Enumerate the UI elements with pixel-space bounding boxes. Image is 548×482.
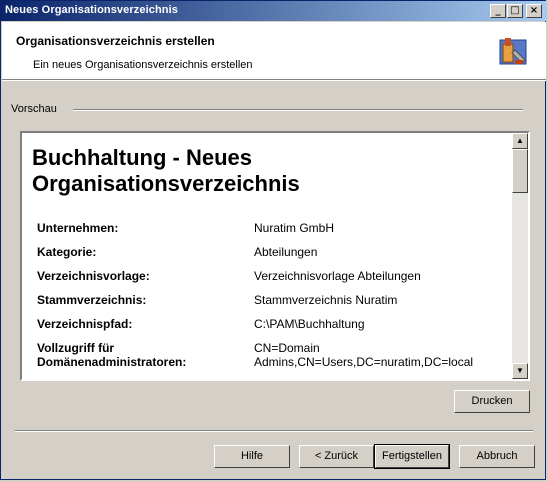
wizard-icon [499,38,527,65]
row-key: Verzeichnispfad: [37,317,133,331]
scroll-up-icon[interactable]: ▲ [512,133,528,149]
preview-scrollbar[interactable]: ▲ ▼ [512,133,528,379]
header-separator [2,80,546,82]
row-key: Unternehmen: [37,221,119,235]
wizard-window: Neues Organisationsverzeichnis _ □ × Org… [0,0,547,480]
maximize-button[interactable]: □ [507,4,523,18]
back-button[interactable]: < Zurück [299,445,374,468]
minimize-button[interactable]: _ [490,4,506,18]
cancel-button[interactable]: Abbruch [459,445,535,468]
header-title: Organisationsverzeichnis erstellen [16,34,215,48]
preview-pane[interactable]: Buchhaltung - Neues Organisationsverzeic… [20,131,530,381]
preview-content: Buchhaltung - Neues Organisationsverzeic… [22,133,510,379]
group-divider [73,109,523,111]
window-title: Neues Organisationsverzeichnis [5,4,178,16]
row-key: Kategorie: [37,245,97,259]
close-button[interactable]: × [526,4,542,18]
wizard-header: Organisationsverzeichnis erstellen Ein n… [2,22,546,80]
row-value: C:\PAM\Buchhaltung [254,317,365,331]
row-key: Verzeichnisvorlage: [37,269,150,283]
row-key: Vollzugriff für Domänenadministratoren: [37,341,187,369]
row-value: Nuratim GmbH [254,221,335,235]
title-bar[interactable]: Neues Organisationsverzeichnis _ □ × [1,1,547,21]
help-button[interactable]: Hilfe [214,445,290,468]
footer-separator [15,430,533,432]
row-value: Abteilungen [254,245,318,259]
scroll-thumb[interactable] [512,149,528,193]
scroll-down-icon[interactable]: ▼ [512,363,528,379]
row-value: Verzeichnisvorlage Abteilungen [254,269,421,283]
row-value: Stammverzeichnis Nuratim [254,293,398,307]
finish-button[interactable]: Fertigstellen [374,444,450,469]
row-key: Stammverzeichnis: [37,293,147,307]
header-subtitle: Ein neues Organisationsverzeichnis erste… [33,59,253,71]
preview-doc-title: Buchhaltung - Neues Organisationsverzeic… [32,145,300,196]
row-value: CN=Domain Admins,CN=Users,DC=nuratim,DC=… [254,341,474,369]
preview-group-label: Vorschau [11,103,61,115]
print-button[interactable]: Drucken [454,390,530,413]
